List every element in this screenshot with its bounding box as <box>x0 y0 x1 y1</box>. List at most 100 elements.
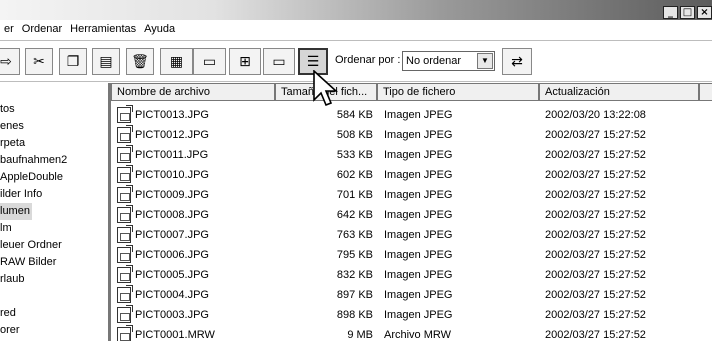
order-by-select[interactable]: No ordenar ▼ <box>402 51 495 71</box>
jpeg-file-icon <box>117 305 133 323</box>
menu-herramientas[interactable]: Herramientas <box>66 20 140 39</box>
table-row[interactable]: PICT0013.JPG 584 KB Imagen JPEG 2002/03/… <box>111 105 712 125</box>
column-headers: Nombre de archivo Tamaño del fich... Tip… <box>111 83 712 101</box>
table-row[interactable]: PICT0005.JPG 832 KB Imagen JPEG 2002/03/… <box>111 265 712 285</box>
column-header-name[interactable]: Nombre de archivo <box>111 83 275 101</box>
camera-import-icon: ▭ <box>202 53 217 69</box>
menu-ordenar[interactable]: Ordenar <box>18 20 66 39</box>
folder-item[interactable] <box>0 288 108 305</box>
paste-icon: ▤ <box>99 53 113 69</box>
table-row[interactable]: PICT0008.JPG 642 KB Imagen JPEG 2002/03/… <box>111 205 712 225</box>
file-type: Archivo MRW <box>384 329 452 341</box>
folder-item[interactable]: enes <box>0 118 108 135</box>
menu-ver[interactable]: er <box>0 20 18 39</box>
thumbnail-view-button[interactable]: ▦ <box>160 48 193 75</box>
file-size: 508 KB <box>336 129 373 141</box>
file-name: PICT0011.JPG <box>135 149 209 161</box>
file-name: PICT0013.JPG <box>135 109 209 121</box>
folder-item[interactable]: rpeta <box>0 135 108 152</box>
file-date: 2002/03/27 15:27:52 <box>545 269 646 281</box>
large-icons-view-icon: ⊞ <box>239 53 251 69</box>
window-controls: _ □ × <box>663 6 712 19</box>
folder-item[interactable]: orer <box>0 322 108 339</box>
thumbnail-view-icon: ▦ <box>169 53 184 69</box>
folder-item[interactable]: ilder Info <box>0 186 108 203</box>
column-header-type[interactable]: Tipo de fichero <box>377 83 539 101</box>
file-date: 2002/03/27 15:27:52 <box>545 229 646 241</box>
reverse-order-button[interactable]: ⇄ <box>502 48 532 75</box>
table-row[interactable]: PICT0004.JPG 897 KB Imagen JPEG 2002/03/… <box>111 285 712 305</box>
column-header-date[interactable]: Actualización <box>539 83 699 101</box>
file-name: PICT0007.JPG <box>135 229 209 241</box>
folder-item[interactable]: RAW Bilder <box>0 254 108 271</box>
minimize-button[interactable]: _ <box>663 6 678 19</box>
table-row[interactable]: PICT0006.JPG 795 KB Imagen JPEG 2002/03/… <box>111 245 712 265</box>
move-icon: ⇨ <box>0 53 12 69</box>
move-button[interactable]: ⇨ <box>0 48 20 75</box>
jpeg-file-icon <box>117 105 133 123</box>
paste-button[interactable]: ▤ <box>92 48 120 75</box>
table-row[interactable]: PICT0003.JPG 898 KB Imagen JPEG 2002/03/… <box>111 305 712 325</box>
menu-ayuda[interactable]: Ayuda <box>140 20 179 39</box>
file-size: 701 KB <box>336 189 373 201</box>
order-by-value: No ordenar <box>406 55 462 67</box>
jpeg-file-icon <box>117 125 133 143</box>
table-row[interactable]: PICT0001.MRW 9 MB Archivo MRW 2002/03/27… <box>111 325 712 341</box>
table-row[interactable]: PICT0009.JPG 701 KB Imagen JPEG 2002/03/… <box>111 185 712 205</box>
folder-item[interactable]: AppleDouble <box>0 169 108 186</box>
file-name: PICT0003.JPG <box>135 309 209 321</box>
file-type: Imagen JPEG <box>384 229 453 241</box>
file-size: 533 KB <box>336 149 373 161</box>
folder-item[interactable]: baufnahmen2 <box>0 152 108 169</box>
mrw-file-icon <box>117 325 133 341</box>
file-size: 795 KB <box>336 249 373 261</box>
file-name: PICT0008.JPG <box>135 209 209 221</box>
table-row[interactable]: PICT0007.JPG 763 KB Imagen JPEG 2002/03/… <box>111 225 712 245</box>
folder-item[interactable]: red <box>0 305 108 322</box>
file-date: 2002/03/27 15:27:52 <box>545 309 646 321</box>
file-type: Imagen JPEG <box>384 289 453 301</box>
table-row[interactable]: PICT0012.JPG 508 KB Imagen JPEG 2002/03/… <box>111 125 712 145</box>
file-type: Imagen JPEG <box>384 269 453 281</box>
delete-button[interactable]: 🗑 <box>126 48 154 75</box>
jpeg-file-icon <box>117 165 133 183</box>
file-size: 642 KB <box>336 209 373 221</box>
large-icons-view-button[interactable]: ⊞ <box>229 48 261 75</box>
cut-button[interactable]: ✂ <box>25 48 53 75</box>
file-name: PICT0009.JPG <box>135 189 209 201</box>
file-size: 897 KB <box>336 289 373 301</box>
toolbar: ⇨ ✂ ❐ ▤ 🗑 ▦ ▭ ⊞ ▭ ☰ Ordenar por : No ord… <box>0 40 712 82</box>
file-date: 2002/03/27 15:27:52 <box>545 169 646 181</box>
file-size: 602 KB <box>336 169 373 181</box>
chevron-down-icon[interactable]: ▼ <box>477 53 493 69</box>
file-date: 2002/03/27 15:27:52 <box>545 329 646 341</box>
jpeg-file-icon <box>117 145 133 163</box>
jpeg-file-icon <box>117 185 133 203</box>
camera-import-button[interactable]: ▭ <box>193 48 226 75</box>
reverse-order-icon: ⇄ <box>511 53 523 69</box>
folder-item[interactable]: lm <box>0 220 108 237</box>
file-type: Imagen JPEG <box>384 309 453 321</box>
mouse-cursor-icon <box>313 70 338 107</box>
close-button[interactable]: × <box>697 6 712 19</box>
title-bar: _ □ × <box>0 0 712 20</box>
copy-icon: ❐ <box>66 53 80 69</box>
file-type: Imagen JPEG <box>384 169 453 181</box>
copy-button[interactable]: ❐ <box>59 48 87 75</box>
table-row[interactable]: PICT0011.JPG 533 KB Imagen JPEG 2002/03/… <box>111 145 712 165</box>
folder-item[interactable]: tos <box>0 101 108 118</box>
folder-item[interactable]: leuer Ordner <box>0 237 108 254</box>
small-icons-view-button[interactable]: ▭ <box>263 48 295 75</box>
maximize-button[interactable]: □ <box>680 6 695 19</box>
file-size: 763 KB <box>336 229 373 241</box>
file-date: 2002/03/20 13:22:08 <box>545 109 646 121</box>
column-header-extra[interactable] <box>699 83 712 101</box>
jpeg-file-icon <box>117 225 133 243</box>
folder-item-selected[interactable]: lumen <box>0 203 32 220</box>
delete-icon: 🗑 <box>131 53 149 69</box>
file-name: PICT0005.JPG <box>135 269 209 281</box>
jpeg-file-icon <box>117 245 133 263</box>
table-row[interactable]: PICT0010.JPG 602 KB Imagen JPEG 2002/03/… <box>111 165 712 185</box>
file-name: PICT0006.JPG <box>135 249 209 261</box>
folder-item[interactable]: rlaub <box>0 271 108 288</box>
